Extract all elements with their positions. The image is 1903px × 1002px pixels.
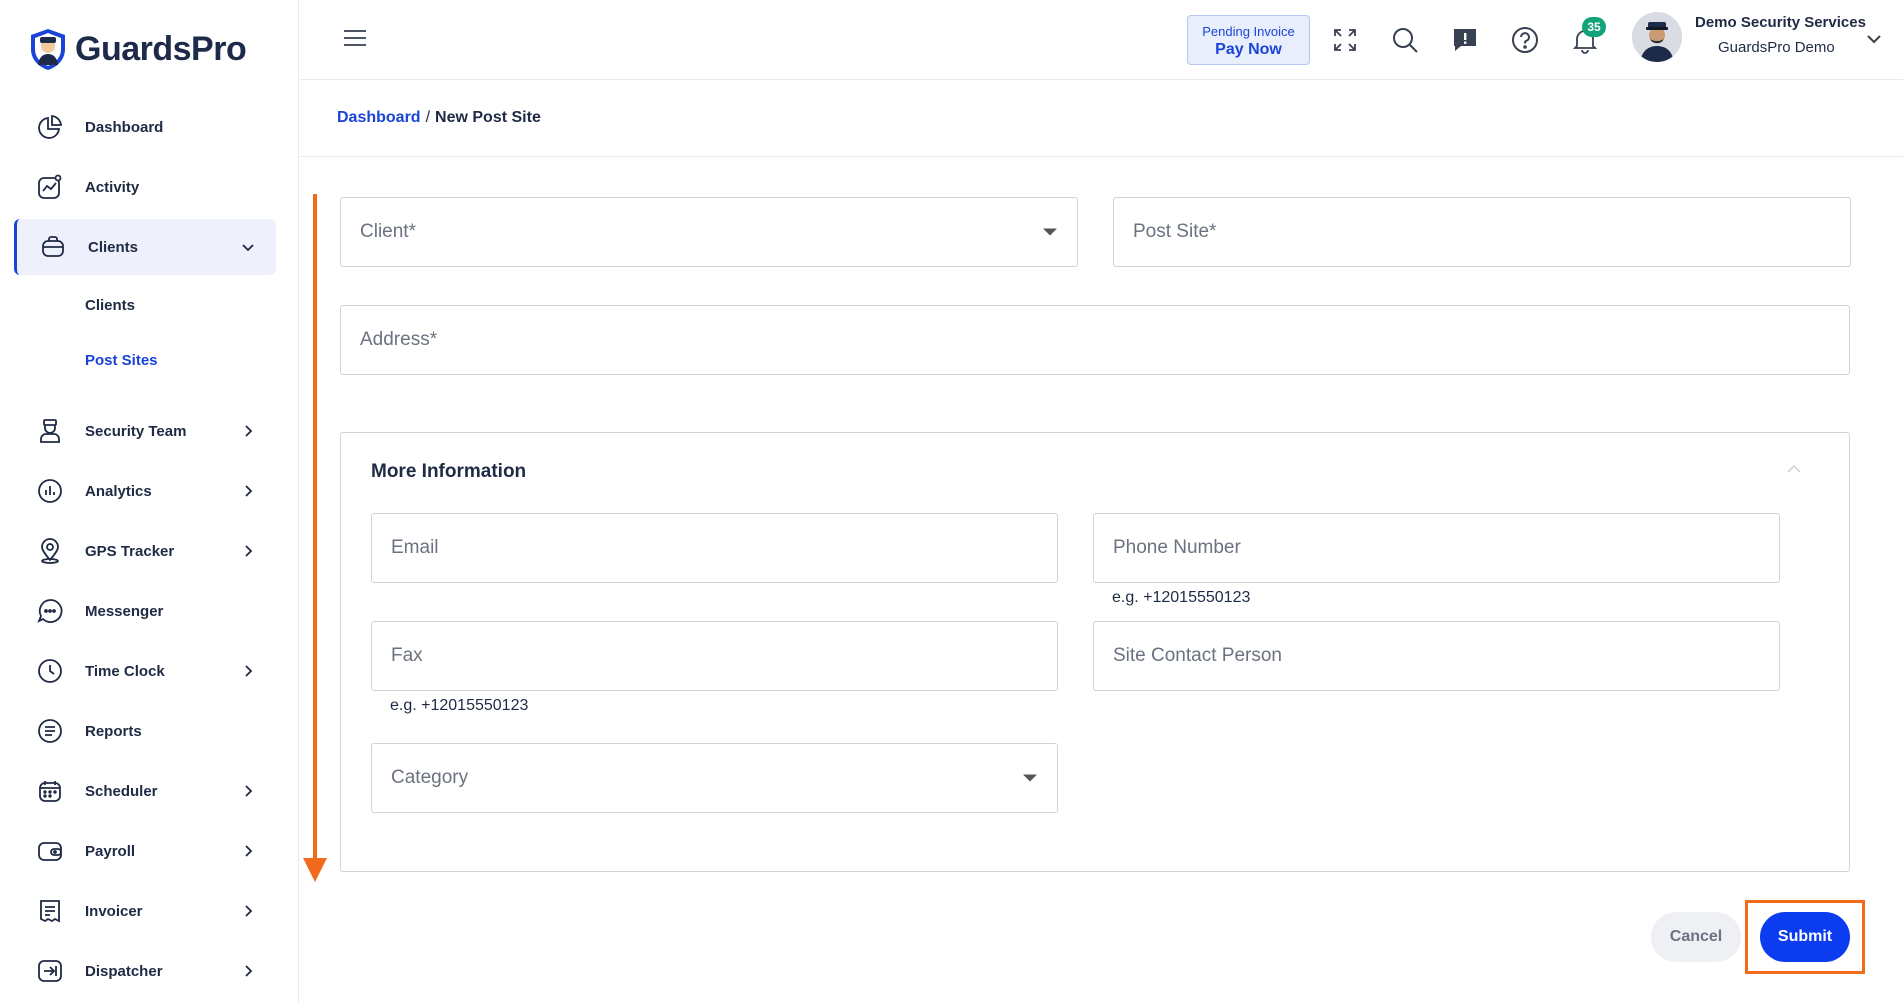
sidebar-item-security-team[interactable]: Security Team xyxy=(14,403,276,459)
pay-now-label: Pay Now xyxy=(1215,41,1282,58)
pie-chart-icon xyxy=(36,113,64,141)
site-contact-person-field[interactable]: Site Contact Person xyxy=(1093,621,1780,691)
sidebar-item-analytics[interactable]: Analytics xyxy=(14,463,276,519)
help-icon[interactable] xyxy=(1511,26,1539,54)
hamburger-menu-icon[interactable] xyxy=(343,28,367,48)
post-site-placeholder: Post Site* xyxy=(1133,221,1217,242)
avatar[interactable] xyxy=(1632,12,1682,62)
chat-bubble-icon xyxy=(36,597,64,625)
chevron-right-icon xyxy=(245,965,253,977)
user-company: GuardsPro Demo xyxy=(1718,39,1835,56)
sidebar-item-dashboard[interactable]: Dashboard xyxy=(14,99,276,155)
user-avatar-icon xyxy=(1632,12,1682,62)
chevron-right-icon xyxy=(245,665,253,677)
cancel-button[interactable]: Cancel xyxy=(1651,912,1741,962)
scroll-arrow-line xyxy=(313,194,317,859)
guard-shield-logo-icon xyxy=(31,29,65,70)
breadcrumb: Dashboard / New Post Site xyxy=(337,109,541,127)
sidebar-subitem-post-sites[interactable]: Post Sites xyxy=(85,352,158,369)
sidebar-item-label: GPS Tracker xyxy=(85,542,175,560)
category-select[interactable]: Category xyxy=(371,743,1058,813)
analytics-icon xyxy=(36,477,64,505)
invoice-icon xyxy=(36,897,64,925)
activity-chart-icon xyxy=(36,173,64,201)
sidebar-item-label: Time Clock xyxy=(85,662,165,680)
address-input[interactable]: Address* xyxy=(340,305,1850,375)
clock-icon xyxy=(36,657,64,685)
sidebar-item-gps-tracker[interactable]: GPS Tracker xyxy=(14,523,276,579)
guard-icon xyxy=(36,417,64,445)
search-icon[interactable] xyxy=(1391,26,1419,54)
brand-logo[interactable]: GuardsPro xyxy=(27,27,247,71)
sidebar-item-label: Clients xyxy=(88,238,139,256)
email-field[interactable]: Email xyxy=(371,513,1058,583)
category-placeholder: Category xyxy=(391,767,469,788)
breadcrumb-separator: / xyxy=(425,109,431,126)
sidebar-item-label: Messenger xyxy=(85,602,164,620)
sidebar-item-label: Invoicer xyxy=(85,902,143,920)
page-title: New Post Site xyxy=(435,109,541,126)
sidebar-item-invoicer[interactable]: Invoicer xyxy=(14,883,276,939)
sidebar-item-label: Reports xyxy=(85,722,142,740)
dispatch-icon xyxy=(36,957,64,985)
more-information-title: More Information xyxy=(371,461,527,482)
sidebar-item-label: Payroll xyxy=(85,842,136,860)
pending-invoice-label: Pending Invoice xyxy=(1202,24,1295,39)
sidebar-item-payroll[interactable]: Payroll xyxy=(14,823,276,879)
brand-name: GuardsPro xyxy=(75,29,247,68)
calendar-icon xyxy=(36,777,64,805)
fax-field[interactable]: Fax xyxy=(371,621,1058,691)
phone-placeholder: Phone Number xyxy=(1113,537,1241,558)
sidebar: GuardsPro Dashboard Activity Clients Cli… xyxy=(0,0,299,1002)
sidebar-item-label: Analytics xyxy=(85,482,152,500)
breadcrumb-dashboard-link[interactable]: Dashboard xyxy=(337,109,421,126)
contact-placeholder: Site Contact Person xyxy=(1113,645,1282,666)
sidebar-item-reports[interactable]: Reports xyxy=(14,703,276,759)
dropdown-caret-icon xyxy=(1023,774,1037,782)
chevron-down-icon xyxy=(242,244,254,252)
fax-helper-text: e.g. +12015550123 xyxy=(390,697,529,714)
fax-placeholder: Fax xyxy=(391,645,423,666)
wallet-icon xyxy=(36,837,64,865)
user-name[interactable]: Demo Security Services xyxy=(1695,14,1866,31)
briefcase-icon xyxy=(39,233,67,261)
sidebar-item-scheduler[interactable]: Scheduler xyxy=(14,763,276,819)
phone-helper-text: e.g. +12015550123 xyxy=(1112,589,1251,606)
pending-invoice-button[interactable]: Pending Invoice Pay Now xyxy=(1187,15,1310,65)
chevron-right-icon xyxy=(245,545,253,557)
sidebar-item-label: Activity xyxy=(85,178,140,196)
address-placeholder: Address* xyxy=(360,329,438,350)
email-placeholder: Email xyxy=(391,537,439,558)
chevron-right-icon xyxy=(245,425,253,437)
phone-number-field[interactable]: Phone Number xyxy=(1093,513,1780,583)
location-pin-icon xyxy=(36,537,64,565)
sidebar-item-dispatcher[interactable]: Dispatcher xyxy=(14,943,276,999)
chevron-down-icon[interactable] xyxy=(1865,30,1883,48)
chevron-up-icon[interactable] xyxy=(1785,460,1803,478)
feedback-icon[interactable] xyxy=(1451,26,1479,54)
fullscreen-icon[interactable] xyxy=(1331,26,1359,54)
report-list-icon xyxy=(36,717,64,745)
scroll-arrow-head xyxy=(303,858,327,882)
chevron-right-icon xyxy=(245,905,253,917)
sidebar-item-messenger[interactable]: Messenger xyxy=(14,583,276,639)
post-site-input[interactable]: Post Site* xyxy=(1113,197,1851,267)
sidebar-item-label: Dispatcher xyxy=(85,962,163,980)
client-placeholder: Client* xyxy=(360,221,416,242)
sidebar-item-label: Dashboard xyxy=(85,118,164,136)
dropdown-caret-icon xyxy=(1043,228,1057,236)
sidebar-subitem-clients[interactable]: Clients xyxy=(85,297,135,314)
notification-count-badge: 35 xyxy=(1582,17,1606,37)
sidebar-item-clients[interactable]: Clients xyxy=(14,219,276,275)
submit-highlight-box xyxy=(1745,900,1865,974)
client-select[interactable]: Client* xyxy=(340,197,1078,267)
sidebar-item-label: Scheduler xyxy=(85,782,158,800)
chevron-right-icon xyxy=(245,785,253,797)
chevron-right-icon xyxy=(245,485,253,497)
sidebar-item-activity[interactable]: Activity xyxy=(14,159,276,215)
chevron-right-icon xyxy=(245,845,253,857)
sidebar-item-label: Security Team xyxy=(85,422,187,440)
sidebar-item-time-clock[interactable]: Time Clock xyxy=(14,643,276,699)
